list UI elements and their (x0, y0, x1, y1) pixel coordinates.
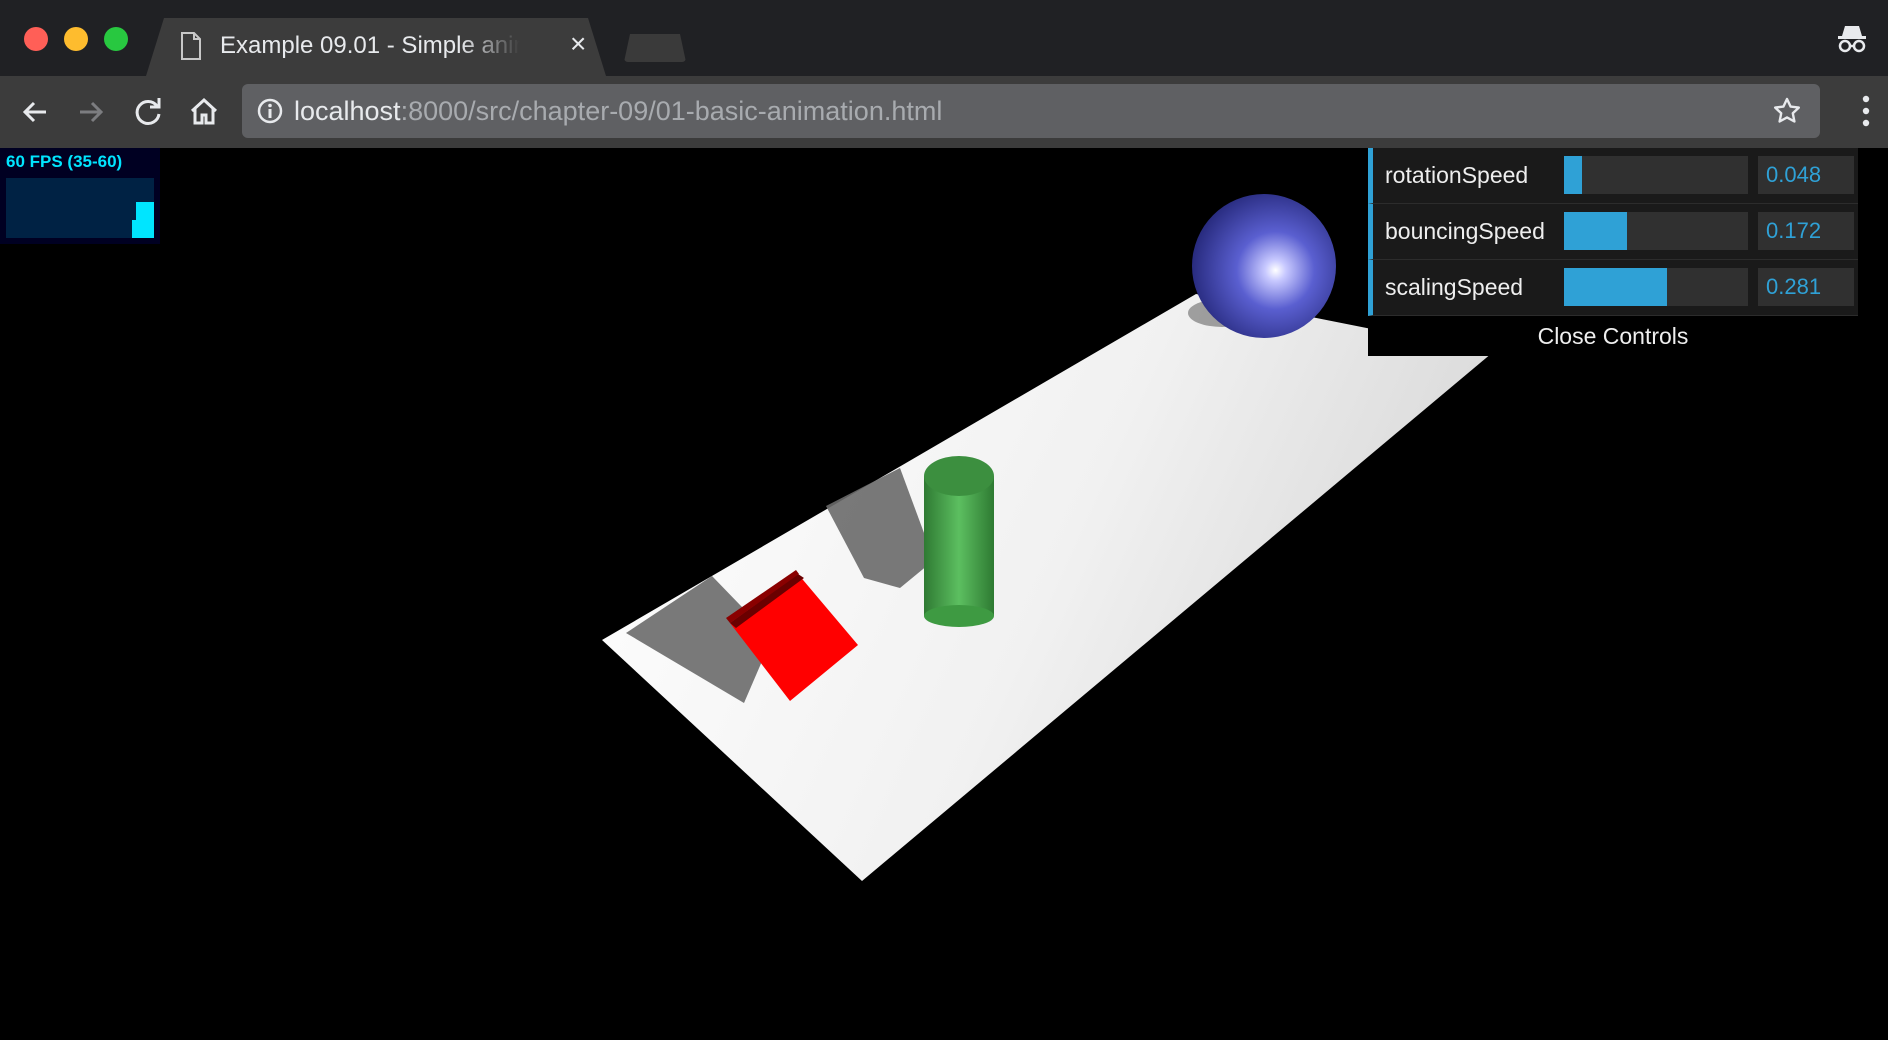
ground-plane (602, 294, 1492, 881)
rotation-speed-slider[interactable] (1564, 156, 1748, 194)
blue-sphere (1192, 194, 1336, 338)
active-tab[interactable]: Example 09.01 - Simple animation × (146, 18, 606, 76)
control-label: scalingSpeed (1385, 274, 1524, 300)
control-row-rotation-speed: rotationSpeed 0.048 (1368, 148, 1858, 204)
url-path: :8000/src/chapter-09/01-basic-animation.… (400, 96, 943, 126)
tab-title: Example 09.01 - Simple animation (220, 32, 520, 59)
fps-graph-bar (136, 202, 154, 238)
window-close-button[interactable] (24, 27, 48, 51)
control-row-scaling-speed: scalingSpeed 0.281 (1368, 260, 1858, 316)
fps-stats-panel[interactable]: 60 FPS (35-60) (0, 148, 160, 244)
back-arrow-icon[interactable] (18, 94, 54, 130)
rotation-speed-input[interactable]: 0.048 (1758, 156, 1854, 194)
browser-toolbar: localhost:8000/src/chapter-09/01-basic-a… (0, 76, 1888, 148)
scaling-speed-input[interactable]: 0.281 (1758, 268, 1854, 306)
slider-fill (1564, 212, 1628, 250)
control-label: rotationSpeed (1385, 162, 1529, 188)
bouncing-speed-input[interactable]: 0.172 (1758, 212, 1854, 250)
webgl-viewport[interactable]: 60 FPS (35-60) rotationSpeed 0.048 bounc… (0, 148, 1888, 1040)
home-icon[interactable] (186, 94, 222, 130)
tab-close-icon[interactable]: × (570, 30, 586, 58)
window-minimize-button[interactable] (64, 27, 88, 51)
fps-graph (6, 178, 154, 238)
bouncing-speed-slider[interactable] (1564, 212, 1748, 250)
close-controls-button[interactable]: Close Controls (1368, 316, 1858, 356)
address-bar[interactable]: localhost:8000/src/chapter-09/01-basic-a… (242, 84, 1820, 138)
url-host: localhost (294, 96, 401, 126)
scaling-speed-slider[interactable] (1564, 268, 1748, 306)
forward-arrow-icon[interactable] (72, 94, 108, 130)
control-row-bouncing-speed: bouncingSpeed 0.172 (1368, 204, 1858, 260)
more-menu-icon[interactable] (1862, 94, 1870, 133)
fps-graph-bar (132, 220, 136, 238)
reload-icon[interactable] (130, 94, 166, 130)
url-text[interactable]: localhost:8000/src/chapter-09/01-basic-a… (294, 96, 942, 127)
document-icon (180, 32, 202, 65)
control-label: bouncingSpeed (1385, 218, 1545, 244)
slider-fill (1564, 268, 1668, 306)
bookmark-star-icon[interactable] (1772, 96, 1802, 131)
fps-readout: 60 FPS (35-60) (6, 152, 123, 171)
green-cylinder (924, 456, 994, 627)
tab-strip: Example 09.01 - Simple animation × (0, 0, 1888, 76)
incognito-icon (1836, 22, 1868, 59)
new-tab-button[interactable] (624, 34, 686, 62)
window-maximize-button[interactable] (104, 27, 128, 51)
info-icon[interactable] (256, 97, 284, 130)
controls-panel: rotationSpeed 0.048 bouncingSpeed 0.172 … (1368, 148, 1858, 356)
slider-fill (1564, 156, 1582, 194)
